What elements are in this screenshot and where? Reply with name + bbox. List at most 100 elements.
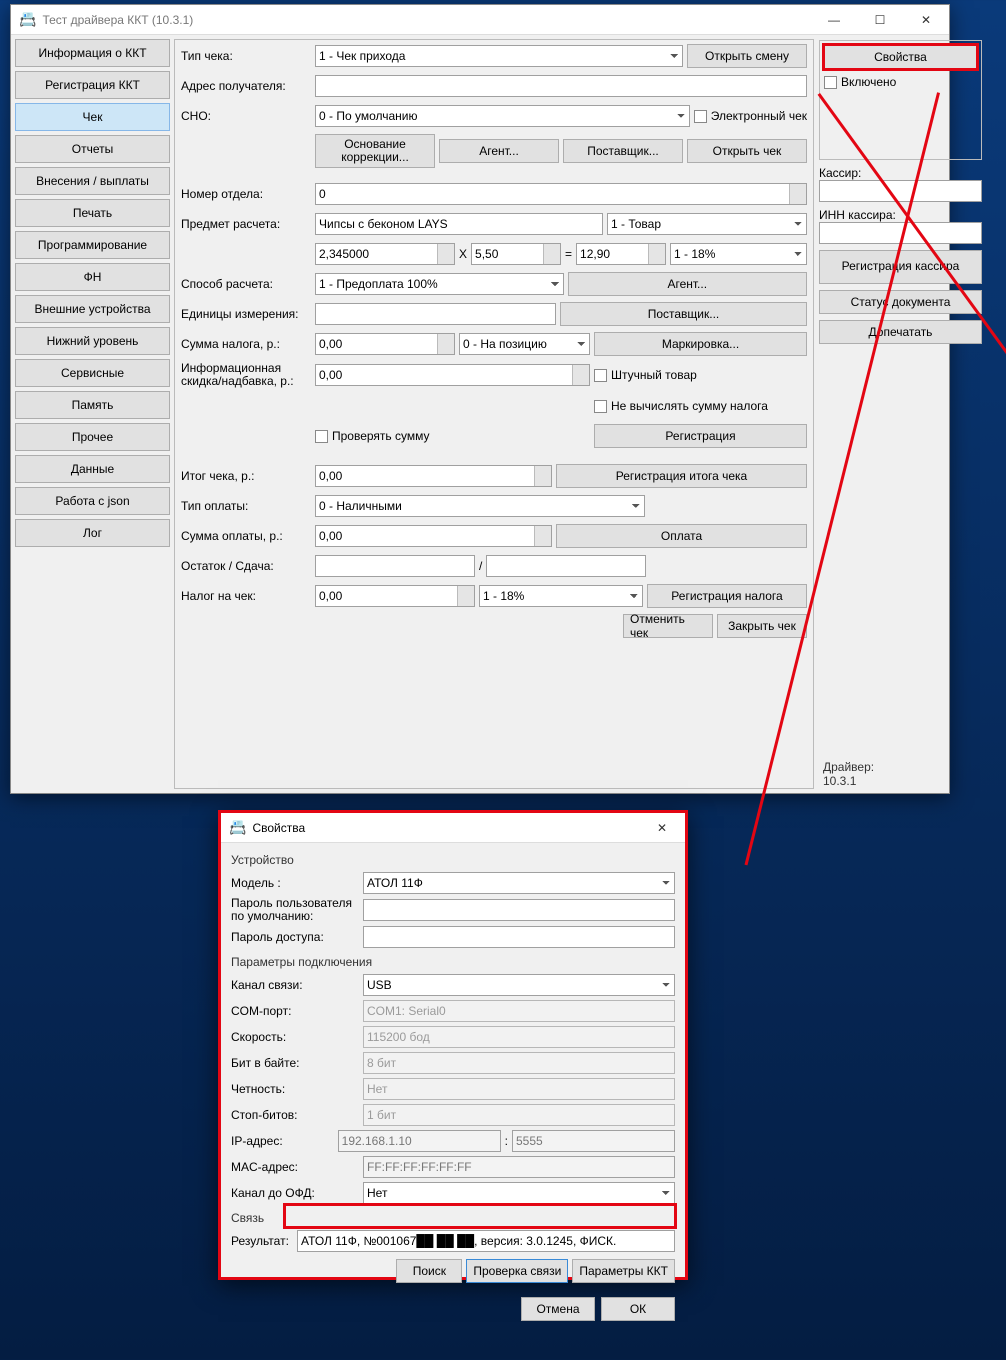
supplier2-button[interactable]: Поставщик... [560,302,807,326]
tax-sum-label: Сумма налога, р.: [181,337,311,351]
register-button[interactable]: Регистрация [594,424,807,448]
minimize-button[interactable]: — [811,5,857,35]
enabled-check[interactable]: Включено [824,75,977,89]
nav-Печать[interactable]: Печать [15,199,170,227]
tax-receipt-rate-select[interactable]: 1 - 18% [479,585,643,607]
access-pwd-input[interactable] [363,926,675,948]
sno-select[interactable]: 0 - По умолчанию [315,105,690,127]
ip-label: IP-адрес: [231,1134,334,1148]
calc-method-label: Способ расчета: [181,277,311,291]
doc-status-button[interactable]: Статус документа [819,290,982,314]
remainder-b-input[interactable] [486,555,646,577]
user-pwd-label: Пароль пользователя по умолчанию: [231,897,359,923]
properties-button[interactable]: Свойства [824,45,977,69]
calc-method-select[interactable]: 1 - Предоплата 100% [315,273,564,295]
nav-Внесения-/-выплаты[interactable]: Внесения / выплаты [15,167,170,195]
result-input[interactable] [297,1230,675,1252]
sno-label: СНО: [181,109,311,123]
print-more-button[interactable]: Допечатать [819,320,982,344]
kkt-params-button[interactable]: Параметры ККТ [572,1259,675,1283]
model-select[interactable]: АТОЛ 11Ф [363,872,675,894]
body: Информация о ККТ Регистрация ККТ Чек Отчеты… [11,35,949,793]
verify-sum-check[interactable]: Проверять сумму [315,429,590,443]
agent2-button[interactable]: Агент... [568,272,808,296]
no-tax-calc-check[interactable]: Не вычислять сумму налога [594,399,807,413]
remainder-a-input[interactable] [315,555,475,577]
marking-button[interactable]: Маркировка... [594,332,807,356]
nav-Память[interactable]: Память [15,391,170,419]
close-receipt-button[interactable]: Закрыть чек [717,614,807,638]
dialog-cancel-button[interactable]: Отмена [521,1297,595,1321]
register-tax-button[interactable]: Регистрация налога [647,584,807,608]
pay-sum-label: Сумма оплаты, р.: [181,529,311,543]
center-panel: Тип чека: 1 - Чек прихода Открыть смену … [174,39,814,789]
parity-label: Четность: [231,1082,359,1096]
line-tax-select[interactable]: 1 - 18% [670,243,807,265]
item-name-input[interactable] [315,213,603,235]
speed-select: 115200 бод [363,1026,675,1048]
parity-select: Нет [363,1078,675,1100]
open-receipt-button[interactable]: Открыть чек [687,139,807,163]
test-connection-button[interactable]: Проверка связи [466,1259,568,1283]
nav-Лог[interactable]: Лог [15,519,170,547]
nav-Регистрация-ККТ[interactable]: Регистрация ККТ [15,71,170,99]
nav-Прочее[interactable]: Прочее [15,423,170,451]
stop-select: 1 бит [363,1104,675,1126]
nav-Данные[interactable]: Данные [15,455,170,483]
main-window: 📇 Тест драйвера ККТ (10.3.1) — ☐ ✕ Инфор… [10,4,950,794]
pay-type-label: Тип оплаты: [181,499,311,513]
user-pwd-input[interactable] [363,899,675,921]
dialog-app-icon: 📇 [229,819,246,836]
receipt-type-select[interactable]: 1 - Чек прихода [315,45,683,67]
search-button[interactable]: Поиск [396,1259,462,1283]
supplier-button[interactable]: Поставщик... [563,139,683,163]
port-input [512,1130,675,1152]
nav-ФН[interactable]: ФН [15,263,170,291]
ofd-select[interactable]: Нет [363,1182,675,1204]
maximize-button[interactable]: ☐ [857,5,903,35]
nav-Внешние-устройства[interactable]: Внешние устройства [15,295,170,323]
nav-Информация-о-ККТ[interactable]: Информация о ККТ [15,39,170,67]
price-input[interactable] [471,243,561,265]
nav-Нижний-уровень[interactable]: Нижний уровень [15,327,170,355]
dialog-ok-button[interactable]: ОК [601,1297,675,1321]
payment-button[interactable]: Оплата [556,524,807,548]
pay-type-select[interactable]: 0 - Наличными [315,495,645,517]
tax-position-select[interactable]: 0 - На позицию [459,333,590,355]
nav-Программирование[interactable]: Программирование [15,231,170,259]
agent-button[interactable]: Агент... [439,139,559,163]
app-icon: 📇 [19,11,36,28]
qty-input[interactable] [315,243,455,265]
tax-receipt-input[interactable] [315,585,475,607]
close-button[interactable]: ✕ [903,5,949,35]
dept-input[interactable] [315,183,807,205]
register-total-button[interactable]: Регистрация итога чека [556,464,807,488]
tax-sum-input[interactable] [315,333,455,355]
item-category-select[interactable]: 1 - Товар [607,213,807,235]
line-total-input[interactable] [576,243,666,265]
bits-label: Бит в байте: [231,1056,359,1070]
info-discount-input[interactable] [315,364,590,386]
stop-label: Стоп-битов: [231,1108,359,1122]
pay-sum-input[interactable] [315,525,552,547]
dialog-buttons: Отмена ОК [221,1289,685,1329]
nav-Чек[interactable]: Чек [15,103,170,131]
open-shift-button[interactable]: Открыть смену [687,44,807,68]
model-label: Модель : [231,876,359,890]
item-label: Предмет расчета: [181,217,311,231]
electronic-receipt-check[interactable]: Электронный чек [694,109,807,123]
cashier-input[interactable] [819,180,982,202]
nav-Работа-с-json[interactable]: Работа с json [15,487,170,515]
dialog-close-button[interactable]: ✕ [639,813,685,843]
address-input[interactable] [315,75,807,97]
units-input[interactable] [315,303,556,325]
correction-basis-button[interactable]: Основание коррекции... [315,134,435,168]
total-input[interactable] [315,465,552,487]
cancel-receipt-button[interactable]: Отменить чек [623,614,713,638]
channel-select[interactable]: USB [363,974,675,996]
piece-goods-check[interactable]: Штучный товар [594,368,807,382]
register-cashier-button[interactable]: Регистрация кассира [819,250,982,284]
nav-Отчеты[interactable]: Отчеты [15,135,170,163]
nav-Сервисные[interactable]: Сервисные [15,359,170,387]
ofd-label: Канал до ОФД: [231,1186,359,1200]
